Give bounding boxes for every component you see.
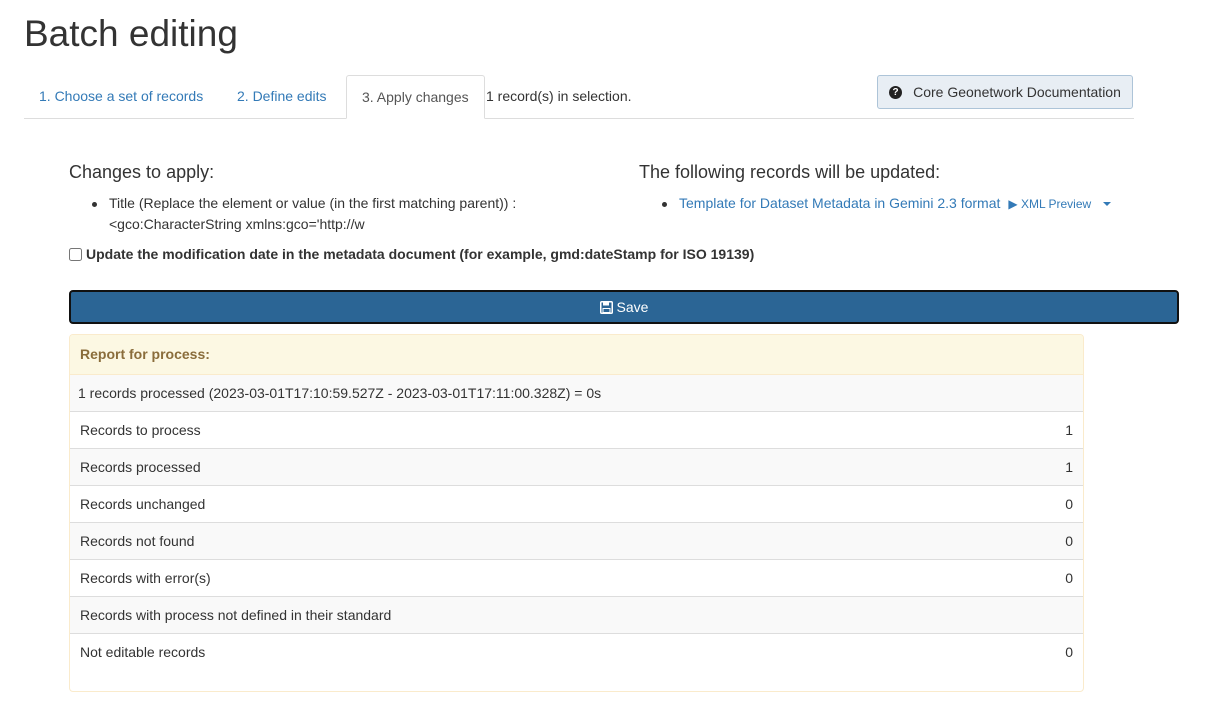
save-button-label: Save xyxy=(616,299,649,315)
update-modification-date-checkbox[interactable] xyxy=(69,247,82,261)
question-circle-icon: ? xyxy=(889,85,903,99)
records-heading: The following records will be updated: xyxy=(639,162,941,182)
documentation-button-label: Core Geonetwork Documentation xyxy=(913,84,1121,100)
report-row-value: 1 xyxy=(1065,422,1073,438)
tab-choose-records[interactable]: 1. Choose a set of records xyxy=(24,75,218,117)
page-title: Batch editing xyxy=(24,13,238,54)
report-row: Records not found 0 xyxy=(70,523,1083,560)
record-item: Template for Dataset Metadata in Gemini … xyxy=(659,193,1139,215)
changes-heading: Changes to apply: xyxy=(69,162,215,182)
selection-count: 1 record(s) in selection. xyxy=(486,88,632,104)
report-row: Records processed 1 xyxy=(70,449,1083,486)
report-row-value: 0 xyxy=(1065,570,1073,586)
report-row: Records unchanged 0 xyxy=(70,486,1083,523)
report-row: Records with process not defined in thei… xyxy=(70,597,1083,634)
report-row: Records with error(s) 0 xyxy=(70,560,1083,597)
report-row-label: Records processed xyxy=(80,459,201,475)
report-row-value: 1 xyxy=(1065,459,1073,475)
report-row-label: Records with process not defined in thei… xyxy=(80,607,392,623)
report-row: Not editable records 0 xyxy=(70,634,1083,671)
report-row-value: 0 xyxy=(1065,496,1073,512)
tab-apply-changes[interactable]: 3. Apply changes xyxy=(346,75,485,119)
update-modification-date-label: Update the modification date in the meta… xyxy=(86,246,755,262)
update-modification-date-option[interactable]: Update the modification date in the meta… xyxy=(69,246,754,262)
report-row-label: Records with error(s) xyxy=(80,570,211,586)
record-title-link[interactable]: Template for Dataset Metadata in Gemini … xyxy=(679,195,1000,211)
report-row-label: Not editable records xyxy=(80,644,206,660)
report-heading: Report for process: xyxy=(70,335,1083,375)
documentation-button[interactable]: ? Core Geonetwork Documentation xyxy=(877,75,1133,109)
tab-define-edits[interactable]: 2. Define edits xyxy=(222,75,342,117)
records-list: Template for Dataset Metadata in Gemini … xyxy=(659,193,1139,215)
report-row-value: 0 xyxy=(1065,644,1073,660)
save-button[interactable]: Save xyxy=(69,290,1179,324)
report-row-label: Records unchanged xyxy=(80,496,206,512)
xml-preview-link[interactable]: ▶ XML Preview xyxy=(1008,197,1091,211)
change-item: Title (Replace the element or value (in … xyxy=(89,193,529,235)
report-panel: Report for process: 1 records processed … xyxy=(69,334,1084,692)
chevron-down-icon[interactable] xyxy=(1103,202,1112,207)
report-row-label: Records not found xyxy=(80,533,195,549)
report-row-label: Records to process xyxy=(80,422,201,438)
report-row: Records to process 1 xyxy=(70,412,1083,449)
changes-list: Title (Replace the element or value (in … xyxy=(89,193,529,235)
floppy-disk-icon xyxy=(599,300,613,314)
report-row-value: 0 xyxy=(1065,533,1073,549)
report-summary: 1 records processed (2023-03-01T17:10:59… xyxy=(70,375,1083,412)
